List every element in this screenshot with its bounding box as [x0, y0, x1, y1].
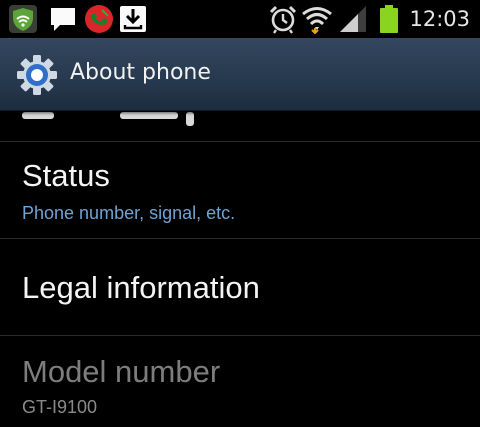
action-bar: About phone: [0, 38, 480, 111]
item-title: Status: [22, 158, 110, 193]
alarm-icon: [269, 5, 297, 34]
clipped-text-fragment: [0, 110, 480, 126]
download-icon: [120, 6, 146, 32]
list-item-legal-information[interactable]: Legal information: [0, 239, 480, 335]
item-summary: Phone number, signal, etc.: [22, 203, 236, 223]
message-icon: [51, 8, 75, 31]
item-summary: GT-I9100: [22, 397, 98, 417]
wifi-icon: [302, 7, 332, 34]
settings-list[interactable]: Status Phone number, signal, etc. Legal …: [0, 110, 480, 427]
shield-icon: [9, 5, 37, 33]
list-item-partial[interactable]: [0, 110, 480, 142]
item-title: Legal information: [22, 270, 260, 305]
settings-gear-icon[interactable]: [16, 54, 58, 96]
missed-call-icon: [85, 5, 113, 33]
list-item-status[interactable]: Status Phone number, signal, etc.: [0, 142, 480, 238]
page-title: About phone: [70, 60, 211, 85]
item-title: Model number: [22, 354, 221, 389]
battery-icon: [380, 5, 398, 33]
clock-time: 12:03: [409, 7, 470, 31]
list-item-model-number: Model number GT-I9100: [0, 336, 480, 427]
signal-icon: [340, 6, 366, 32]
status-bar: 12:03: [0, 0, 480, 38]
